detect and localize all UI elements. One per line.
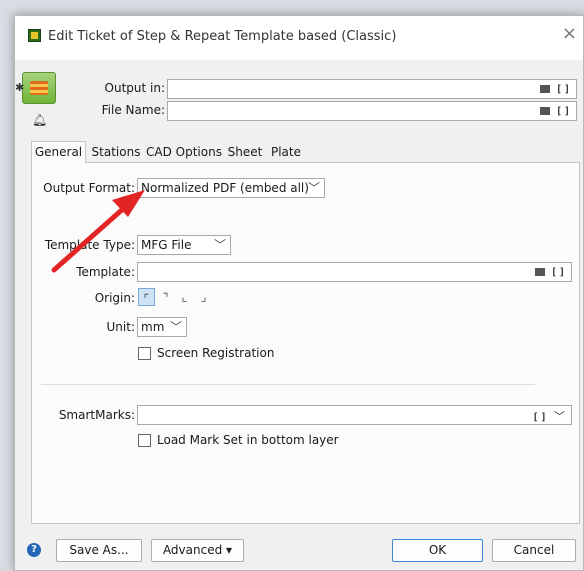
tab-general[interactable]: General <box>31 141 86 163</box>
annotation-arrow <box>51 190 145 273</box>
annotation-arrow-shape <box>51 190 145 273</box>
